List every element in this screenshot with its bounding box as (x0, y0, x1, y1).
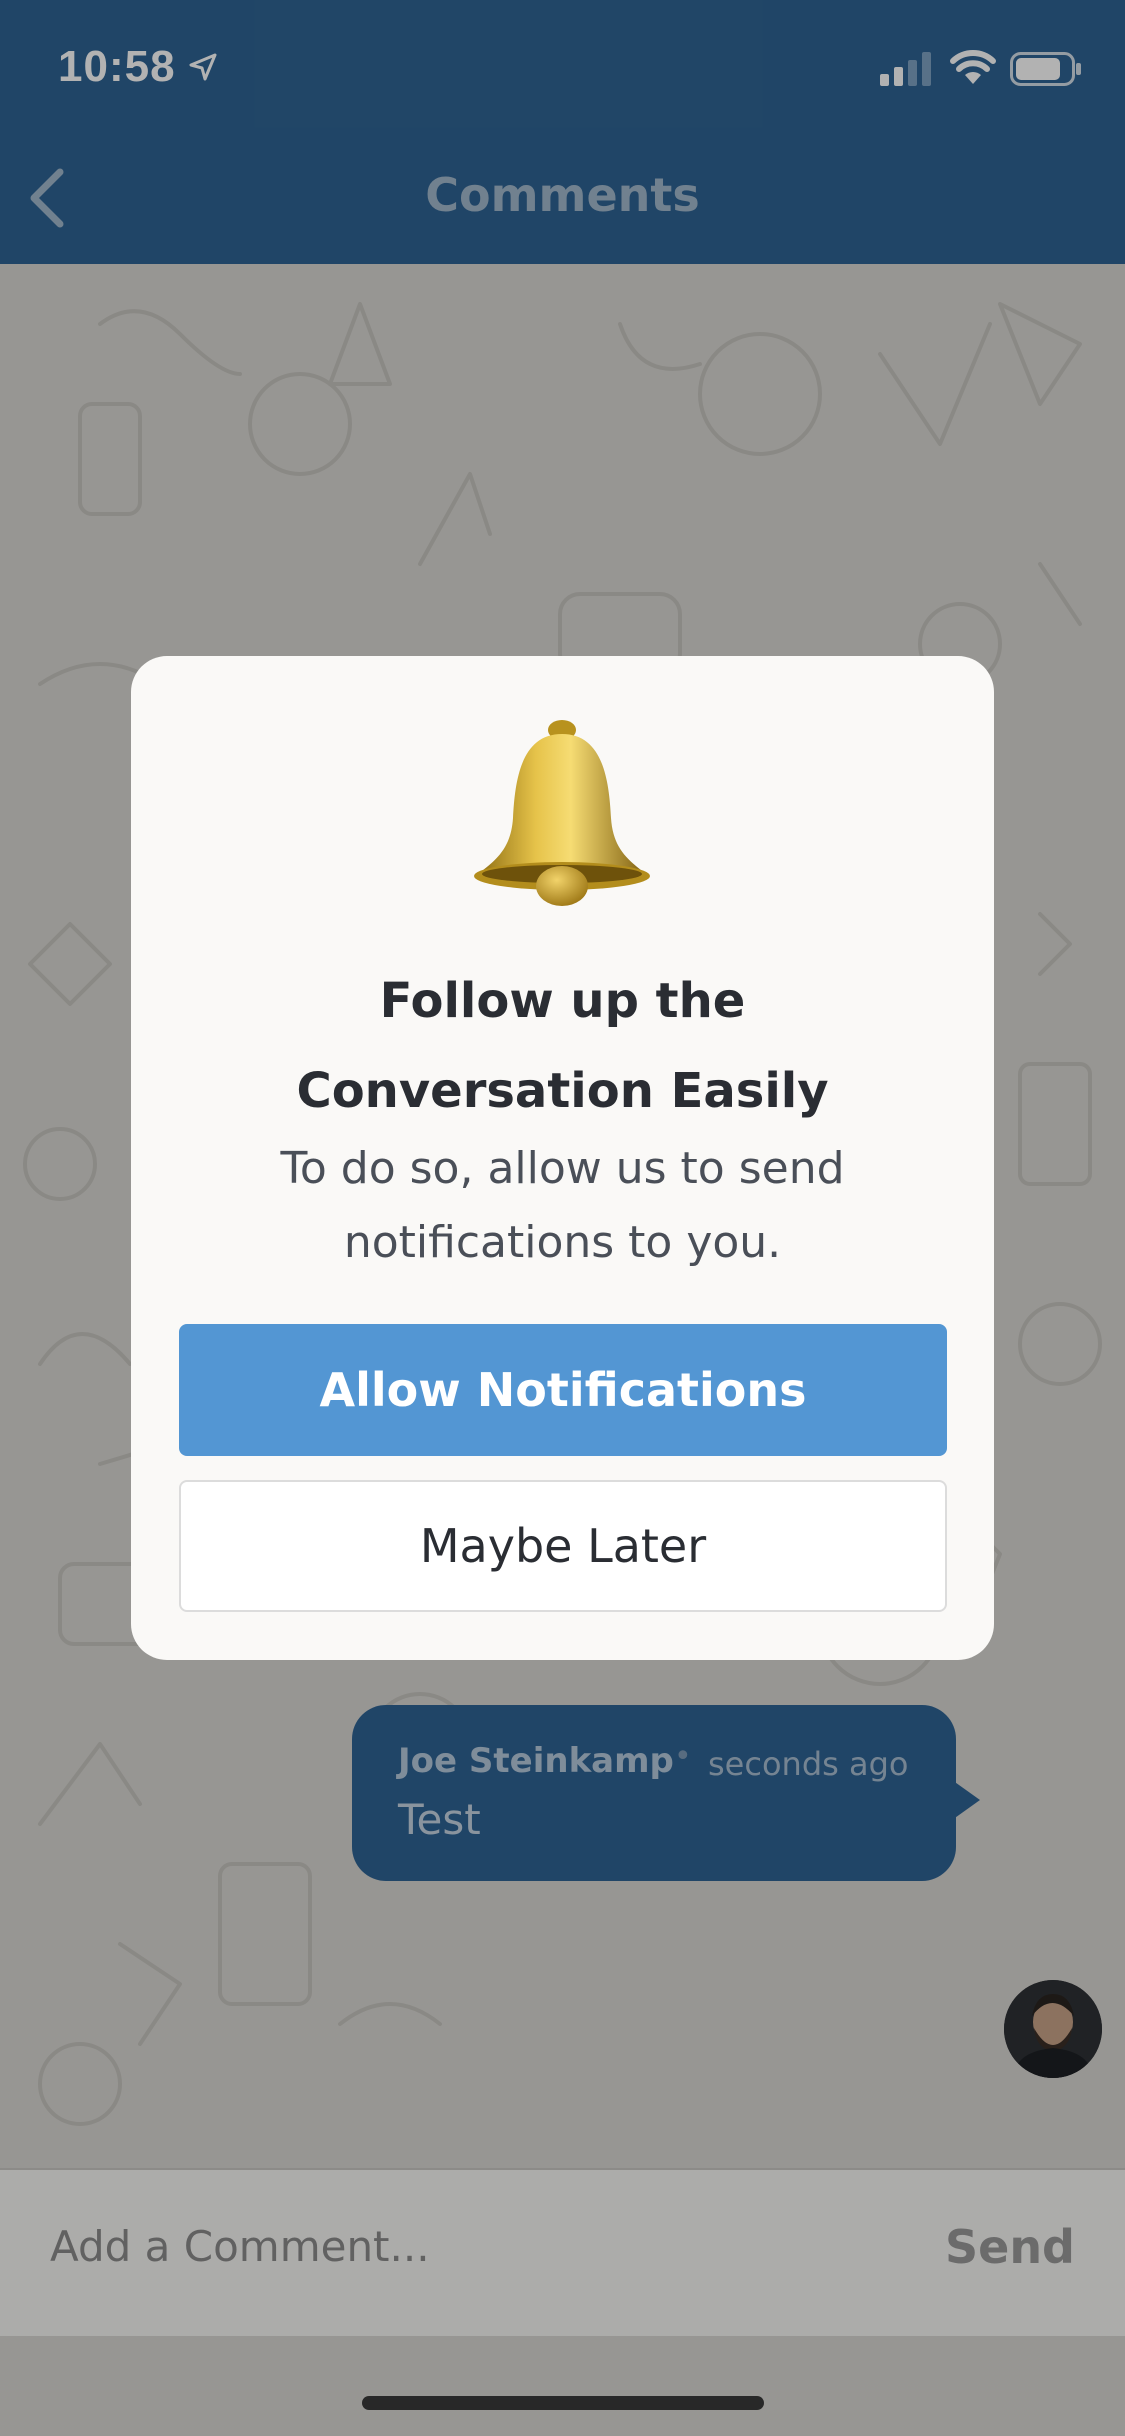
modal-subtitle-line-2: notifications to you. (343, 1217, 782, 1268)
allow-notifications-button[interactable]: Allow Notifications (179, 1324, 947, 1456)
notification-permission-modal: Follow up the Conversation Easily To do … (131, 656, 994, 1660)
modal-title-line-1: Follow up the (379, 973, 746, 1029)
modal-subtitle-line-1: To do so, allow us to send (280, 1143, 845, 1194)
modal-subtitle: To do so, allow us to send notifications… (191, 1132, 934, 1280)
modal-title-line-2: Conversation Easily (296, 1063, 829, 1119)
bell-icon (474, 720, 650, 906)
maybe-later-button[interactable]: Maybe Later (179, 1480, 947, 1612)
modal-title: Follow up the Conversation Easily (131, 956, 994, 1136)
